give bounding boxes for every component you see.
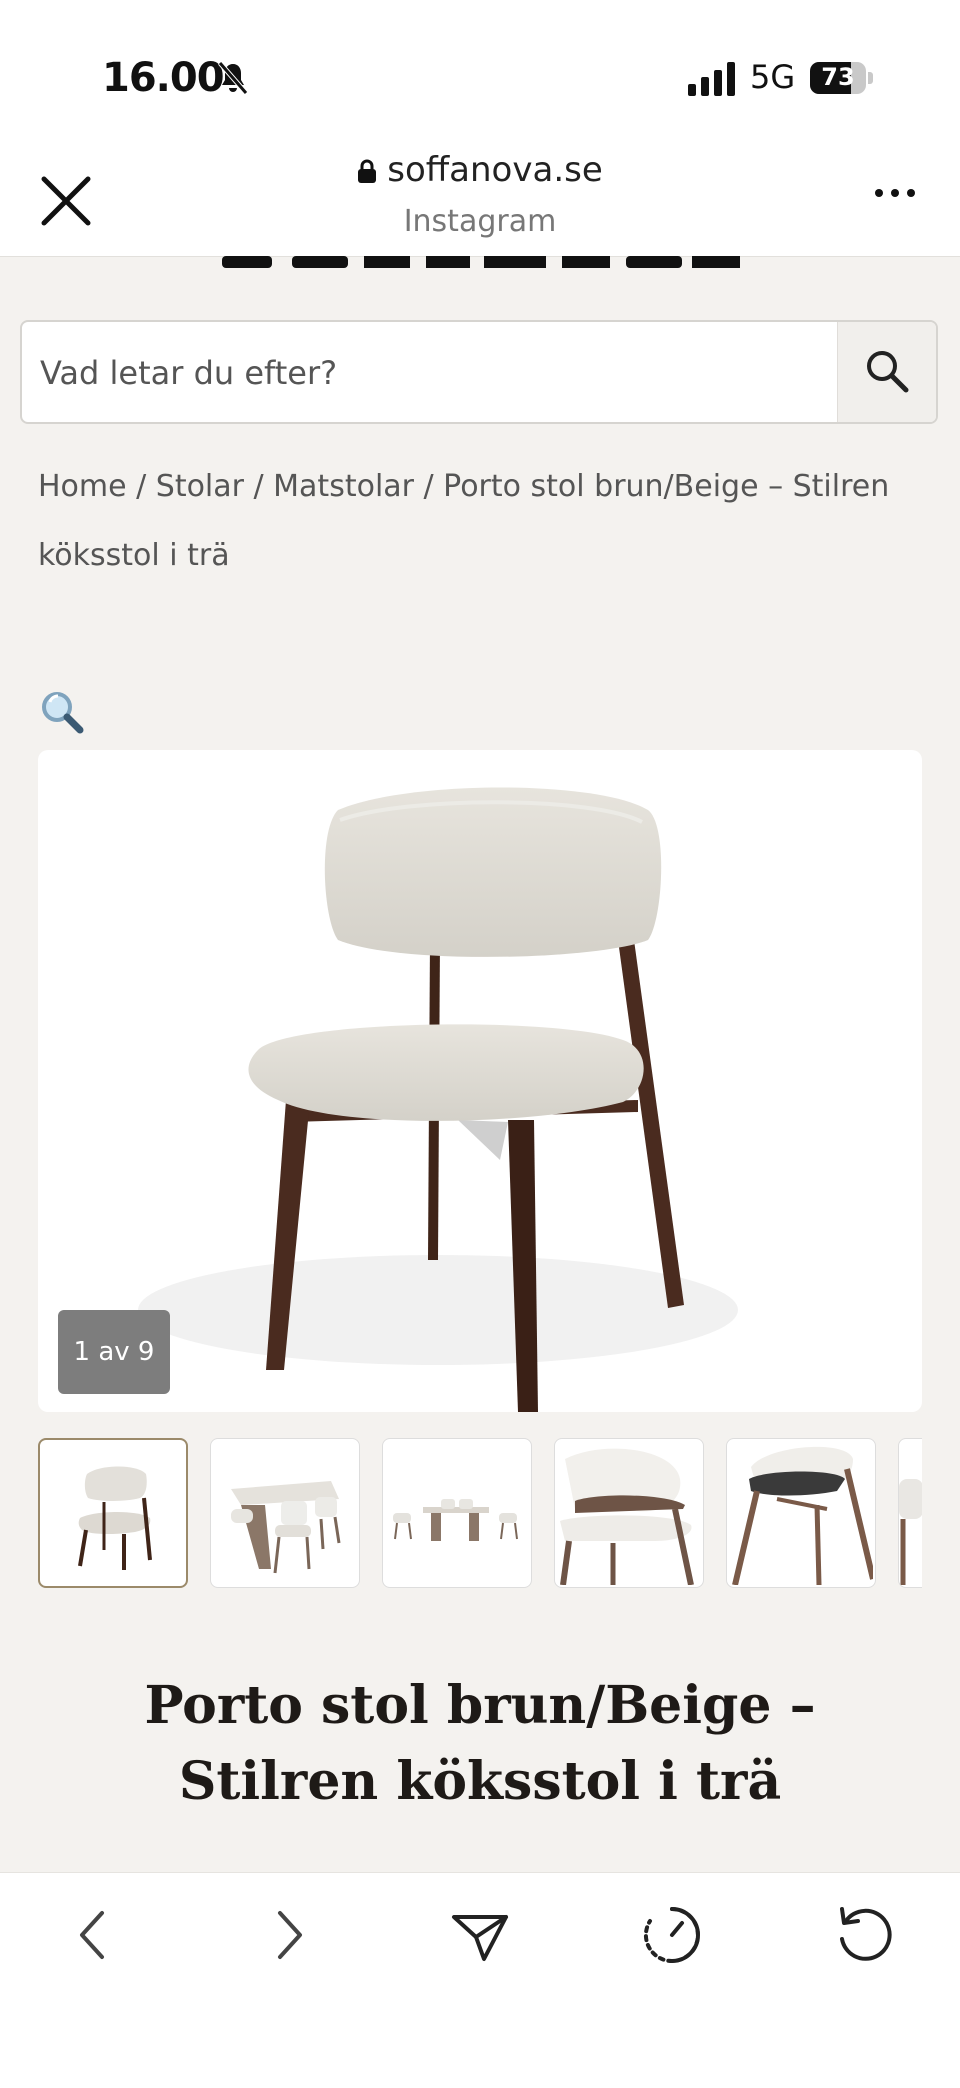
image-counter: 1 av 9: [58, 1310, 170, 1394]
product-title: Porto stol brun/Beige – Stilren köksstol…: [144, 1675, 816, 1812]
battery-icon: 73: [810, 62, 874, 94]
chair-image: [138, 787, 738, 1412]
lock-icon: [358, 159, 377, 183]
reload-icon[interactable]: [832, 1903, 896, 1967]
breadcrumb: Home / Stolar / Matstolar / Porto stol b…: [38, 452, 918, 590]
product-main-image[interactable]: 1 av 9: [38, 750, 922, 1412]
search-icon: [867, 351, 909, 393]
thumbnail-4[interactable]: [554, 1438, 704, 1588]
thumbnail-3[interactable]: [382, 1438, 532, 1588]
network-label: 5G: [750, 58, 796, 96]
status-bar: 16.00 5G 73: [0, 0, 960, 150]
forward-icon[interactable]: [256, 1903, 320, 1967]
share-icon[interactable]: [448, 1903, 512, 1967]
battery-level: 73: [821, 63, 855, 91]
thumbnail-2[interactable]: [210, 1438, 360, 1588]
more-options-icon[interactable]: [870, 183, 920, 203]
back-icon[interactable]: [62, 1903, 126, 1967]
search-input[interactable]: [38, 340, 822, 406]
search-button[interactable]: [837, 322, 936, 422]
dining-set-thumbnail-image: [231, 1481, 341, 1574]
breadcrumb-line-1[interactable]: Home / Stolar / Matstolar / Porto stol b…: [38, 452, 918, 521]
thumbnail-6[interactable]: [898, 1438, 922, 1588]
magnifier-zoom-icon[interactable]: [40, 690, 86, 736]
thumbnail-strip: [38, 1438, 922, 1590]
chair-detail-thumbnail-image: [560, 1448, 694, 1586]
dining-set-thumbnail-image: [393, 1499, 518, 1541]
status-time: 16.00: [102, 55, 225, 101]
chair-partial-thumbnail-image: [899, 1479, 922, 1585]
page-domain[interactable]: soffanova.se: [0, 150, 960, 190]
search-bar: [20, 320, 938, 424]
source-app-label: Instagram: [403, 204, 557, 239]
silent-bell-icon: [218, 61, 248, 95]
speed-icon[interactable]: [640, 1903, 704, 1967]
browser-toolbar: [0, 1872, 960, 2088]
signal-icon: [688, 62, 735, 96]
breadcrumb-line-2: köksstol i trä: [38, 538, 230, 573]
thumbnail-1[interactable]: [38, 1438, 188, 1588]
thumbnail-5[interactable]: [726, 1438, 876, 1588]
site-logo[interactable]: [222, 256, 742, 270]
browser-header: soffanova.se Instagram: [0, 138, 960, 257]
chair-side-thumbnail-image: [732, 1446, 875, 1586]
domain-text: soffanova.se: [387, 150, 603, 190]
chair-thumbnail-image: [78, 1466, 152, 1570]
